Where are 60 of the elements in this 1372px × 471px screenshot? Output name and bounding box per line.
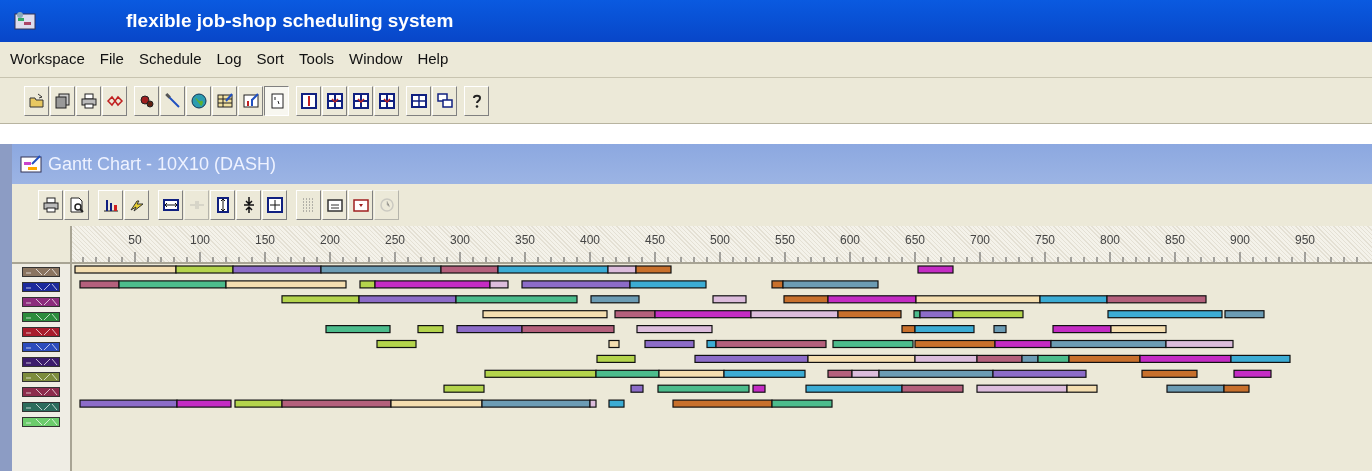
chart-toolbar-button[interactable] — [38, 190, 63, 220]
ruler-label: 250 — [385, 232, 405, 249]
clock-icon — [377, 196, 396, 214]
chart-toolbar-button[interactable] — [98, 190, 123, 220]
menu-item[interactable]: Help — [411, 48, 455, 71]
ruler-label: 850 — [1165, 232, 1185, 249]
app-icon — [14, 11, 36, 31]
calendar-icon — [325, 196, 344, 214]
print-preview-icon — [67, 196, 86, 214]
menu-item[interactable]: File — [93, 48, 130, 71]
ruler-label: 900 — [1230, 232, 1250, 249]
ruler-label: 450 — [645, 232, 665, 249]
chart-toolbar-button[interactable] — [322, 190, 347, 220]
window-title: flexible job-shop scheduling system — [126, 8, 454, 33]
window-layout-icon — [377, 91, 396, 110]
menu-item[interactable]: Tools — [293, 48, 341, 71]
ruler-label: 300 — [450, 232, 470, 249]
open-folder-icon — [27, 91, 46, 110]
chart-window-icon — [20, 154, 42, 174]
calendar-icon — [351, 196, 370, 214]
ruler-label: 150 — [255, 232, 275, 249]
ruler-label: 500 — [710, 232, 730, 249]
printer-icon — [41, 196, 60, 214]
chart-toolbar-button[interactable] — [262, 190, 287, 220]
ruler-label: 200 — [320, 232, 340, 249]
chart-toolbar-button[interactable] — [124, 190, 149, 220]
ruler-label: 550 — [775, 232, 795, 249]
chart-toolbar-button[interactable] — [210, 190, 235, 220]
chart-icon — [241, 91, 260, 110]
window-layout-icon — [351, 91, 370, 110]
globe-icon — [189, 91, 208, 110]
ruler-label: 350 — [515, 232, 535, 249]
chart-toolbar-button[interactable] — [236, 190, 261, 220]
table-icon — [215, 91, 234, 110]
ruler-label: 950 — [1295, 232, 1315, 249]
ruler-label: 600 — [840, 232, 860, 249]
menu-item[interactable]: Log — [210, 48, 248, 71]
fit-all-icon — [265, 196, 284, 214]
fit-width-icon — [161, 196, 180, 214]
ruler-label: 400 — [580, 232, 600, 249]
window-layout-icon — [325, 91, 344, 110]
ruler-label: 50 — [128, 232, 142, 249]
menu-item[interactable]: Schedule — [132, 48, 208, 71]
ruler-label: 700 — [970, 232, 990, 249]
menu-item[interactable]: Sort — [250, 48, 291, 71]
ruler-label: 800 — [1100, 232, 1120, 249]
ruler-label: 750 — [1035, 232, 1055, 249]
chart-toolbar-button[interactable] — [158, 190, 183, 220]
printer-icon — [79, 91, 98, 110]
tile-windows-icon — [409, 91, 428, 110]
ruler-label: 650 — [905, 232, 925, 249]
window-layout-icon — [299, 91, 318, 110]
ruler-label: 100 — [190, 232, 210, 249]
menu-item[interactable]: Window — [343, 48, 409, 71]
child-window-title: Gantt Chart - 10X10 (DASH) — [48, 152, 277, 176]
cascade-windows-icon — [435, 91, 454, 110]
hammer-icon — [163, 91, 182, 110]
chart-toolbar-button[interactable] — [64, 190, 89, 220]
copy-icon — [53, 91, 72, 110]
menu-item[interactable]: Workspace — [4, 48, 91, 71]
